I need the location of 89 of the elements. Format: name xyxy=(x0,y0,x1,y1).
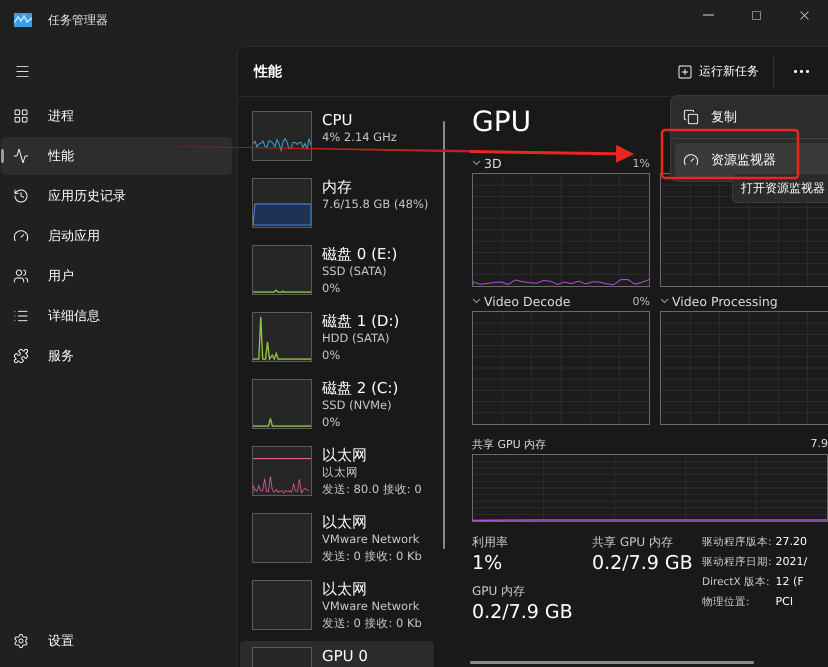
stat-label: GPU 内存 xyxy=(472,583,526,600)
device-item[interactable]: 磁盘 0 (E:) SSD (SATA) 0% xyxy=(240,239,434,306)
device-detail: SSD (NVMe) xyxy=(322,397,393,414)
device-detail: 0% xyxy=(322,347,342,364)
menu-item[interactable]: 资源监视器 xyxy=(675,143,828,177)
device-detail: 发送: 0 接收: 0 Kb xyxy=(322,548,422,565)
device-item[interactable]: GPU 0 xyxy=(240,641,434,667)
device-item[interactable]: 内存 7.6/15.8 GB (48%) xyxy=(240,172,434,239)
device-name: 磁盘 2 (C:) xyxy=(322,379,398,397)
device-item[interactable]: 以太网 VMware Network 发送: 0 接收: 0 Kb xyxy=(240,574,434,641)
device-name: 内存 xyxy=(322,178,353,196)
engine-value: 0% xyxy=(632,294,650,308)
engine-label[interactable]: Video Decode xyxy=(484,294,630,308)
property-value: 2021/ xyxy=(776,554,808,570)
device-detail: VMware Network xyxy=(322,531,420,548)
stat-value: 0.2/7.9 GB xyxy=(592,551,694,575)
page-title: 性能 xyxy=(254,62,283,80)
settings-icon xyxy=(13,633,29,649)
device-name: 以太网 xyxy=(322,513,368,531)
device-detail: 以太网 xyxy=(322,464,359,481)
device-item[interactable]: 磁盘 1 (D:) HDD (SATA) 0% xyxy=(240,306,434,373)
usage-graph xyxy=(252,513,312,563)
copy-icon xyxy=(683,109,699,125)
property-label: 驱动程序日期: xyxy=(702,555,772,570)
settings-item[interactable]: 设置 xyxy=(1,622,232,660)
device-detail: SSD (SATA) xyxy=(322,263,388,280)
minimize-icon xyxy=(702,14,714,16)
chevron-icon[interactable] xyxy=(472,160,481,166)
sidebar-item[interactable]: 详细信息 xyxy=(1,297,232,335)
device-name: CPU xyxy=(322,111,354,129)
device-name: 以太网 xyxy=(322,580,368,598)
sidebar-item[interactable]: 性能 xyxy=(1,137,232,175)
device-name: 以太网 xyxy=(322,446,368,464)
device-name: GPU 0 xyxy=(322,647,368,665)
nav-icon xyxy=(13,348,29,364)
usage-graph xyxy=(252,580,312,630)
sidebar-item[interactable]: 启动应用 xyxy=(1,217,232,255)
property-label: 物理位置: xyxy=(702,595,751,610)
device-detail: 4% 2.14 GHz xyxy=(322,129,397,146)
nav-icon xyxy=(13,188,29,204)
device-detail: HDD (SATA) xyxy=(322,330,390,347)
chevron-icon[interactable] xyxy=(660,298,669,304)
property-value: 12 (F xyxy=(776,574,805,590)
sidebar-item[interactable]: 进程 xyxy=(1,97,232,135)
more-icon xyxy=(794,70,808,73)
stat-value: 1% xyxy=(472,551,504,575)
engine-label[interactable]: Video Processing xyxy=(672,294,828,308)
gpu-title: GPU xyxy=(472,105,532,139)
property-label: 驱动程序版本: xyxy=(702,535,772,550)
window-title: 任务管理器 xyxy=(48,12,109,28)
device-detail: 发送: 0 接收: 0 Kb xyxy=(322,615,422,632)
engine-label[interactable]: 3D xyxy=(484,156,630,170)
nav-icon xyxy=(13,148,29,164)
sidebar-item[interactable]: 用户 xyxy=(1,257,232,295)
chevron-icon[interactable] xyxy=(472,298,481,304)
device-item[interactable]: 以太网 VMware Network 发送: 0 接收: 0 Kb xyxy=(240,507,434,574)
sidebar-item[interactable]: 服务 xyxy=(1,337,232,375)
engine-value: 1% xyxy=(632,156,650,170)
device-name: 磁盘 0 (E:) xyxy=(322,245,398,263)
stat-value: 0.2/7.9 GB xyxy=(472,600,574,624)
property-value: 27.20 xyxy=(776,534,808,550)
stat-label: 利用率 xyxy=(472,534,509,551)
device-item[interactable]: 以太网 以太网 发送: 80.0 接收: 0 xyxy=(240,440,434,507)
stat-label: 共享 GPU 内存 xyxy=(592,534,674,551)
gauge-icon xyxy=(683,152,699,168)
tooltip: 打开资源监视器 xyxy=(732,173,828,203)
shared-memory-max: 7.9 xyxy=(810,437,828,452)
new-task-icon xyxy=(677,64,693,80)
sidebar-item[interactable]: 应用历史记录 xyxy=(1,177,232,215)
device-item[interactable]: CPU 4% 2.14 GHz xyxy=(240,105,434,172)
scrollbar[interactable] xyxy=(470,661,754,664)
device-detail: 7.6/15.8 GB (48%) xyxy=(322,196,428,213)
property-label: DirectX 版本: xyxy=(702,575,771,590)
device-detail: VMware Network xyxy=(322,598,420,615)
property-value: PCI xyxy=(776,594,794,610)
nav-icon xyxy=(13,228,29,244)
run-task-button[interactable]: 运行新任务 xyxy=(671,56,765,88)
scrollbar[interactable] xyxy=(443,121,445,549)
menu-item[interactable]: 复制 xyxy=(675,100,828,134)
maximize-icon xyxy=(750,10,762,20)
device-name: 磁盘 1 (D:) xyxy=(322,312,400,330)
nav-icon xyxy=(13,108,29,124)
shared-memory-label: 共享 GPU 内存 xyxy=(472,437,546,452)
device-detail: 发送: 80.0 接收: 0 xyxy=(322,481,422,498)
device-item[interactable]: 磁盘 2 (C:) SSD (NVMe) 0% xyxy=(240,373,434,440)
app-logo xyxy=(14,13,32,27)
nav-icon xyxy=(13,268,29,284)
device-detail: 0% xyxy=(322,280,342,297)
device-detail: 0% xyxy=(322,414,342,431)
